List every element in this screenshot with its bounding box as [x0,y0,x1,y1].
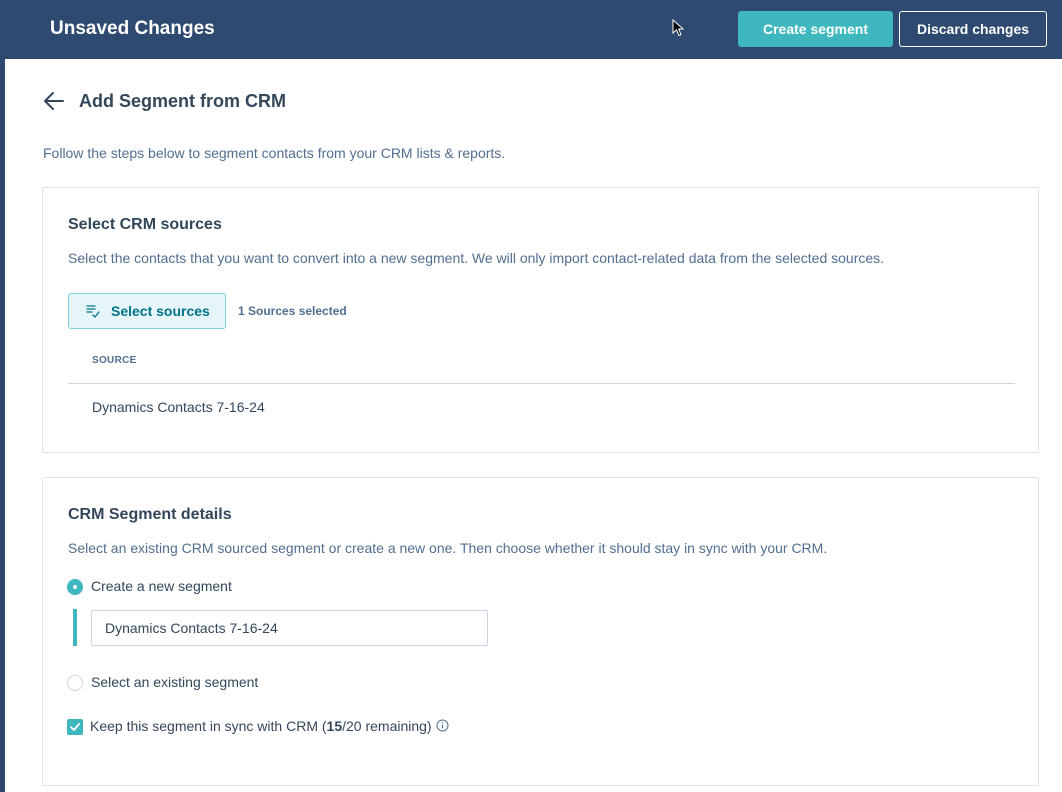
crm-sources-title: Select CRM sources [68,216,222,233]
segment-name-input[interactable] [91,610,488,646]
back-arrow-icon[interactable] [43,91,65,111]
page-description: Follow the steps below to segment contac… [43,145,506,161]
segment-details-title: CRM Segment details [68,506,232,523]
select-existing-segment-radio[interactable] [67,675,83,691]
sync-prefix: Keep this segment in sync with CRM ( [90,718,327,734]
table-row: Dynamics Contacts 7-16-24 [92,399,265,415]
unsaved-changes-title: Unsaved Changes [50,18,215,39]
top-bar: Unsaved Changes Create segment Discard c… [0,0,1062,59]
checkmark-icon [70,723,80,731]
segment-details-description: Select an existing CRM sourced segment o… [68,540,828,556]
crm-sources-card: Select CRM sources Select the contacts t… [42,187,1039,453]
filter-list-icon [86,305,100,318]
page-title: Add Segment from CRM [79,91,286,111]
selected-option-accent [73,609,77,646]
source-column-header: SOURCE [92,355,137,366]
create-new-segment-label[interactable]: Create a new segment [91,578,232,595]
sync-used-count: 15 [326,718,343,734]
sync-suffix: /20 remaining) [342,718,432,734]
left-edge-bar [0,59,5,792]
select-sources-label: Select sources [111,303,210,319]
discard-changes-button[interactable]: Discard changes [899,11,1047,47]
select-existing-segment-label[interactable]: Select an existing segment [91,674,258,691]
cursor-icon [672,19,685,37]
create-segment-button[interactable]: Create segment [738,11,893,47]
sync-with-crm-checkbox[interactable] [67,719,83,735]
crm-segment-details-card: CRM Segment details Select an existing C… [42,477,1039,786]
sync-with-crm-label[interactable]: Keep this segment in sync with CRM (15/2… [90,718,449,735]
create-new-segment-radio[interactable] [67,579,83,595]
info-icon[interactable] [436,719,449,732]
crm-sources-description: Select the contacts that you want to con… [68,250,885,266]
select-sources-button[interactable]: Select sources [68,293,226,329]
table-divider [68,383,1015,384]
sources-selected-count: 1 Sources selected [238,304,347,318]
